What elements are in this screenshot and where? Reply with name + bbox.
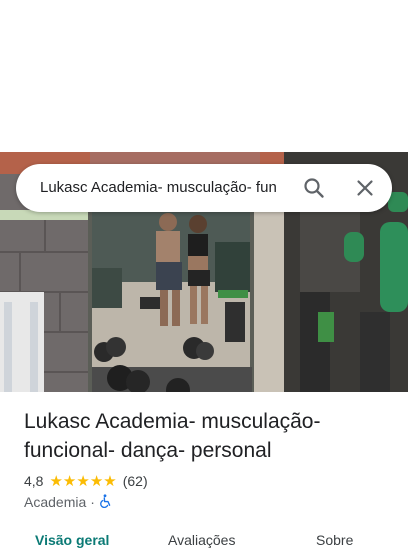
tab-overview[interactable]: Visão geral (35, 532, 109, 548)
star-icon: ★ (89, 471, 104, 490)
search-bar[interactable]: Lukasc Academia- musculação- fun (16, 164, 392, 212)
star-icon: ★ (49, 471, 63, 490)
star-icon: ★ (76, 471, 90, 490)
search-icon[interactable] (302, 176, 326, 200)
rating-stars: ★ ★ ★ ★ ★ (49, 471, 117, 490)
place-tabs: Visão geral Avaliações Sobre (0, 528, 408, 548)
review-count[interactable]: (62) (123, 473, 148, 489)
place-title: Lukasc Academia- musculação- funcional- … (24, 410, 321, 462)
place-category: Academia (24, 494, 87, 510)
rating-row[interactable]: 4,8 ★ ★ ★ ★ ★ (62) (24, 471, 148, 491)
star-icon: ★ (62, 471, 77, 490)
search-input[interactable]: Lukasc Academia- musculação- fun (40, 164, 302, 212)
close-icon[interactable] (353, 176, 377, 200)
wheelchair-icon (99, 493, 113, 511)
tab-reviews[interactable]: Avaliações (168, 532, 235, 548)
category-row: Academia · (24, 492, 113, 512)
star-icon: ★ (103, 471, 117, 490)
rating-value: 4,8 (24, 473, 44, 489)
tab-about[interactable]: Sobre (316, 532, 353, 548)
separator-dot: · (90, 494, 95, 510)
map-area-blank (0, 0, 408, 152)
